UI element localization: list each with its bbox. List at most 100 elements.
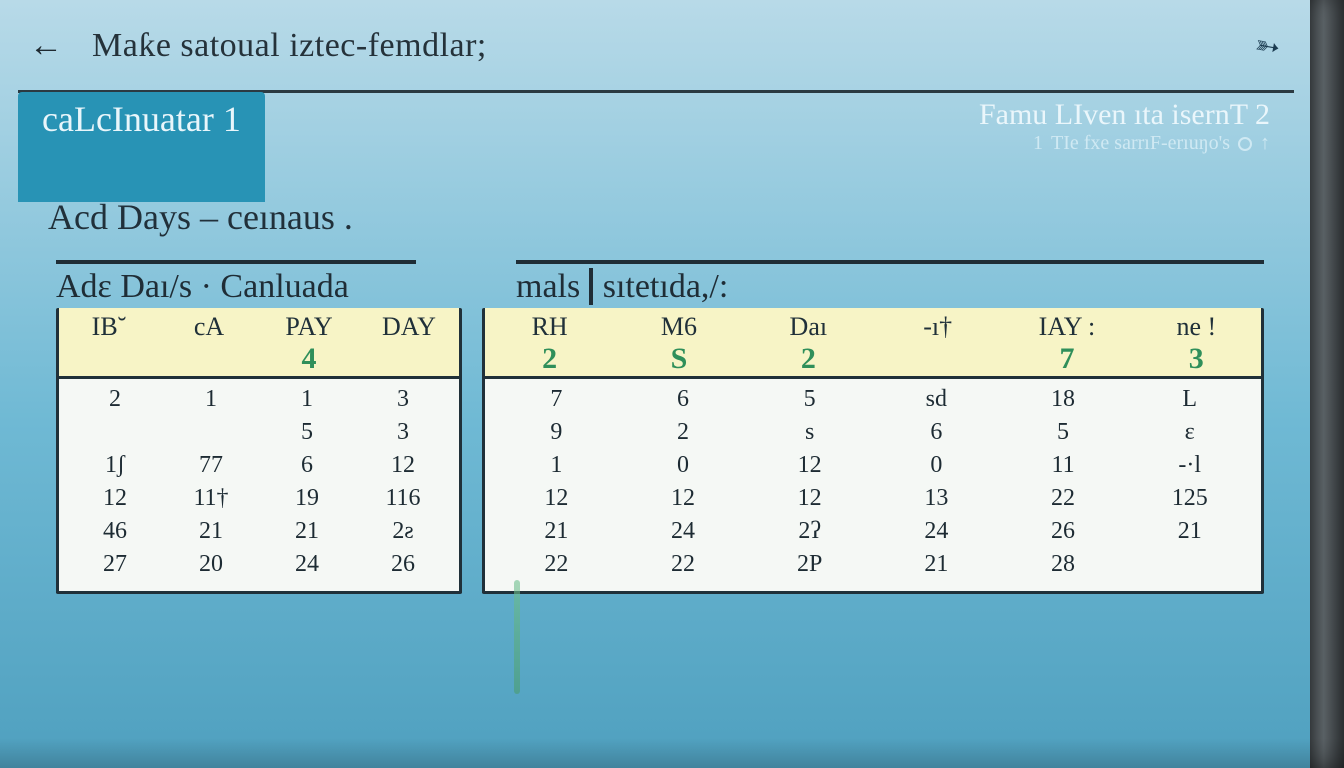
cell[interactable]: 26 (355, 548, 451, 581)
cell[interactable]: 1 (163, 383, 259, 416)
cell[interactable]: 12 (67, 482, 163, 515)
cell[interactable]: 24 (259, 548, 355, 581)
cell[interactable]: 3 (355, 383, 451, 416)
cell[interactable]: 21 (163, 515, 259, 548)
cell[interactable]: 24 (873, 515, 1000, 548)
cell[interactable]: 12 (355, 449, 451, 482)
table-row: 22222P2128 (493, 548, 1253, 581)
dot-icon (1238, 137, 1252, 151)
table-row: 21242ʔ242621 (493, 515, 1253, 548)
cell[interactable]: 2 (620, 416, 747, 449)
cell[interactable]: 11 (1000, 449, 1127, 482)
cell[interactable]: 116 (355, 482, 451, 515)
cell[interactable]: ɛ (1126, 416, 1253, 449)
cell[interactable]: 0 (873, 449, 1000, 482)
cell[interactable]: 21 (873, 548, 1000, 581)
table-row: 92s65ɛ (493, 416, 1253, 449)
cell[interactable]: 1 (493, 449, 620, 482)
page-title: Maƙe satoual iztec-femdlar; (92, 27, 487, 65)
column-header-value: 2 (744, 342, 873, 376)
cell[interactable]: 22 (493, 548, 620, 581)
monitor-bezel-bottom (0, 738, 1344, 768)
cell[interactable]: 5 (746, 383, 873, 416)
cell[interactable] (163, 416, 259, 449)
table-row: 53 (67, 416, 451, 449)
table-row: 2113 (67, 383, 451, 416)
cell[interactable]: 22 (1000, 482, 1127, 515)
tab-calculator-1[interactable]: caLcInuatar 1 (18, 92, 265, 202)
cell[interactable]: 7 (493, 383, 620, 416)
cell[interactable]: -·l (1126, 449, 1253, 482)
cell[interactable] (1126, 548, 1253, 581)
cell[interactable]: 125 (1126, 482, 1253, 515)
cell[interactable]: 1ʃ (67, 449, 163, 482)
right-grid: RH2M6SDaı2-ı†IAY :7ne !3 765sd18L92s65ɛ1… (482, 308, 1264, 594)
column-header: cA (159, 308, 259, 376)
table-row: 1212121322125 (493, 482, 1253, 515)
cell[interactable] (67, 416, 163, 449)
cell[interactable]: 6 (259, 449, 355, 482)
cell[interactable]: 6 (620, 383, 747, 416)
section-heading: Acd Days – ceınaus . (48, 196, 353, 238)
cell[interactable]: 19 (259, 482, 355, 515)
cell[interactable]: L (1126, 383, 1253, 416)
cell[interactable]: 21 (493, 515, 620, 548)
cell[interactable]: 77 (163, 449, 259, 482)
cell[interactable]: 2 (67, 383, 163, 416)
share-icon[interactable]: ➳ (1252, 27, 1283, 66)
cell[interactable]: 2P (746, 548, 873, 581)
cell[interactable]: 11† (163, 482, 259, 515)
cell[interactable]: 22 (620, 548, 747, 581)
table-row: 765sd18L (493, 383, 1253, 416)
right-grid-title-b: sıtetıda,/: (589, 268, 729, 305)
column-header: DAY (359, 308, 459, 376)
cell[interactable]: 20 (163, 548, 259, 581)
column-header-value: S (614, 342, 743, 376)
left-grid: IB˘cAPAY4DAY 2113531ʃ776121211†191164621… (56, 308, 462, 594)
cell[interactable]: 21 (1126, 515, 1253, 548)
cell[interactable]: 27 (67, 548, 163, 581)
cell[interactable]: 13 (873, 482, 1000, 515)
cell[interactable]: 6 (873, 416, 1000, 449)
content-panel: Adɛ Daı/s · Canluada mals sıtetıda,/: IB… (56, 260, 1264, 734)
cell[interactable]: 12 (493, 482, 620, 515)
right-grid-header: RH2M6SDaı2-ı†IAY :7ne !3 (485, 308, 1261, 379)
cell[interactable]: 12 (746, 482, 873, 515)
cell[interactable]: 12 (620, 482, 747, 515)
cell[interactable]: 3 (355, 416, 451, 449)
cell[interactable]: 5 (1000, 416, 1127, 449)
cell[interactable]: 9 (493, 416, 620, 449)
back-button[interactable]: ← (24, 26, 68, 66)
cell[interactable]: 18 (1000, 383, 1127, 416)
cell[interactable]: 24 (620, 515, 747, 548)
left-grid-header: IB˘cAPAY4DAY (59, 308, 459, 379)
cell[interactable]: 2ƨ (355, 515, 451, 548)
left-grid-title: Adɛ Daı/s · Canluada (56, 260, 416, 306)
column-header-value: 2 (485, 342, 614, 376)
cell[interactable]: 21 (259, 515, 355, 548)
cell[interactable]: 0 (620, 449, 747, 482)
cell[interactable]: 28 (1000, 548, 1127, 581)
table-row: 1211†19116 (67, 482, 451, 515)
left-grid-body: 2113531ʃ776121211†191164621212ƨ27202426 (59, 379, 459, 591)
tab-secondary-sub-text: TIe fxe sarrıF-erıuŋo's (1051, 132, 1230, 155)
cell[interactable]: 26 (1000, 515, 1127, 548)
monitor-bezel-right (1310, 0, 1344, 768)
tab-strip: caLcInuatar 1 Famu LIven ıta isernT 2 1 … (18, 92, 1294, 202)
toolbar: ← Maƙe satoual iztec-femdlar; ➳ (18, 10, 1294, 93)
column-header: IB˘ (59, 308, 159, 376)
cell[interactable]: 5 (259, 416, 355, 449)
cell[interactable]: sd (873, 383, 1000, 416)
cell[interactable]: 1 (259, 383, 355, 416)
tab-secondary[interactable]: Famu LIven ıta isernT 2 1 TIe fxe sarrıF… (955, 92, 1294, 202)
cell[interactable]: 12 (746, 449, 873, 482)
tab-secondary-sub: 1 TIe fxe sarrıF-erıuŋo's ↑ (979, 132, 1270, 155)
column-header-value: 7 (1002, 342, 1131, 376)
tab-secondary-sub-num: 1 (1033, 132, 1043, 155)
table-row: 27202426 (67, 548, 451, 581)
cell[interactable]: 46 (67, 515, 163, 548)
cell[interactable]: 2ʔ (746, 515, 873, 548)
right-grid-title-a: mals (516, 268, 580, 305)
cell[interactable]: s (746, 416, 873, 449)
tab-secondary-title: Famu LIven ıta isernT 2 (979, 98, 1270, 132)
